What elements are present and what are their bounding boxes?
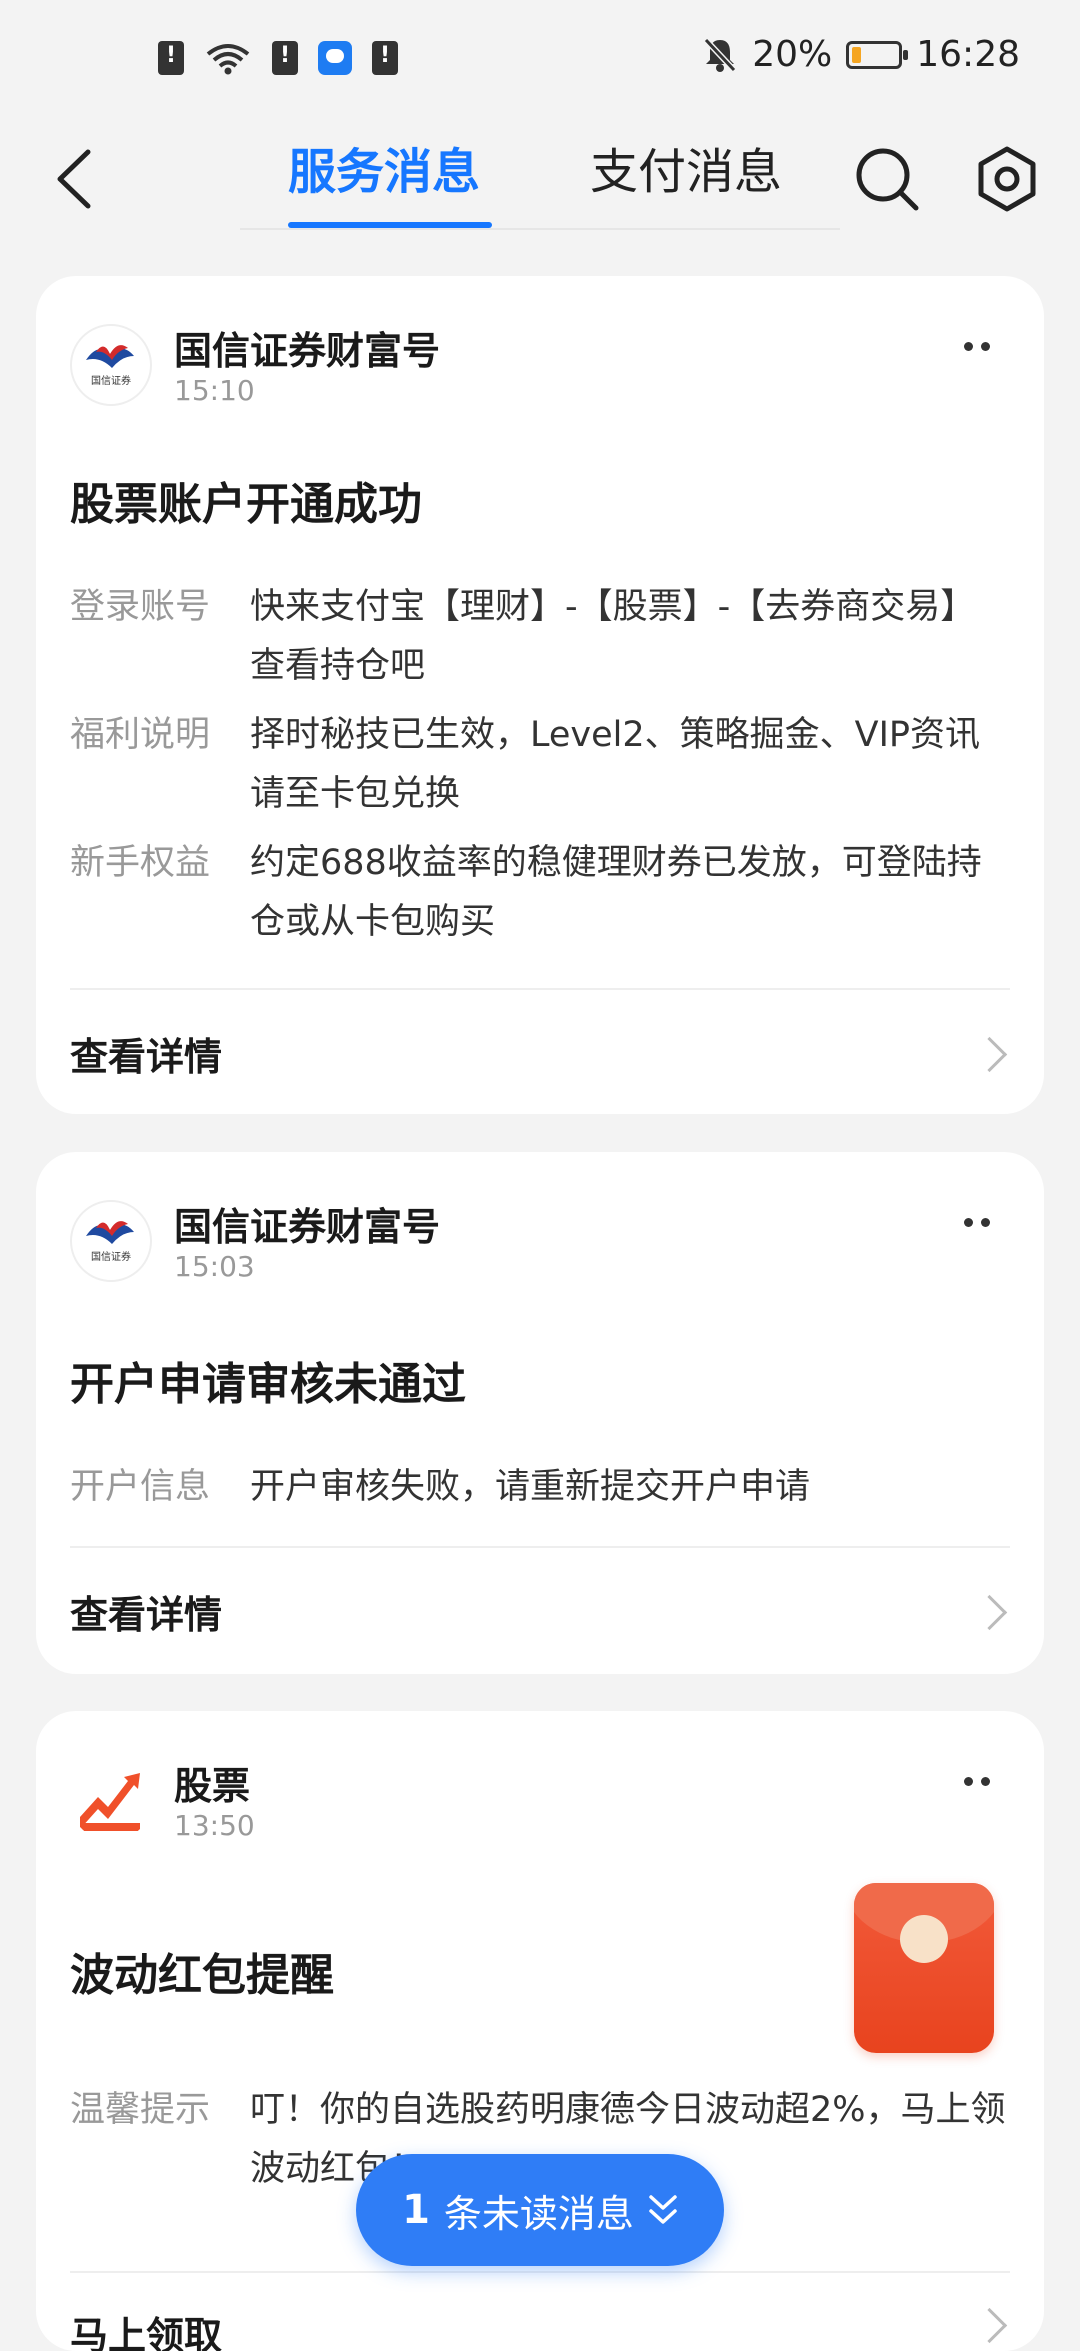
unread-label: 条未读消息 [443,2191,634,2236]
more-options-button[interactable] [964,342,990,351]
claim-now-link[interactable]: 马上领取 [70,2271,222,2351]
chevron-right-icon [971,1594,1008,1631]
more-dot [964,342,973,351]
battery-percent: 20% [752,34,833,75]
info-row: 新手权益 约定688收益率的稳健理财券已发放，可登陆持仓或从卡包购买 [70,834,1010,952]
message-title: 波动红包提醒 [70,1950,334,2001]
more-options-button[interactable] [964,1218,990,1227]
info-value: 择时秘技已生效，Level2、策略掘金、VIP资讯请至卡包兑换 [250,715,981,814]
svg-text:国信证券: 国信证券 [91,1250,131,1263]
app-notification-icon [318,41,352,75]
card-divider [70,988,1010,990]
mute-bell-icon [704,37,737,72]
unread-messages-button[interactable]: 1 条未读消息 [356,2154,724,2266]
sim-alert-icon-2 [372,41,398,75]
status-notifications [158,40,398,76]
message-time: 13:50 [174,1809,255,1842]
more-dot [981,1218,990,1227]
info-value: 开户审核失败，请重新提交开户申请 [250,1467,811,1507]
settings-button[interactable] [972,144,1042,214]
more-dot [981,1777,990,1786]
info-label: 登录账号 [70,587,211,627]
tab-service-messages[interactable]: 服务消息 [288,132,480,202]
view-details-link[interactable]: 查看详情 [70,1584,222,1639]
info-label: 温馨提示 [70,2090,211,2130]
back-arrow-icon [57,149,91,209]
info-row: 开户信息 开户审核失败，请重新提交开户申请 [70,1458,1010,1517]
claim-now-label: 马上领取 [70,2314,223,2351]
message-card[interactable]: 国信证券 国信证券财富号 15:10 股票账户开通成功 登录账号 快来支付宝【理… [36,276,1044,1114]
view-details-link[interactable]: 查看详情 [70,1026,222,1081]
message-title: 开户申请审核未通过 [70,1359,466,1410]
account-avatar: 国信证券 [70,1200,152,1282]
more-options-button[interactable] [964,1777,990,1786]
status-right: 20% 16:28 [702,34,1020,75]
more-dot [964,1777,973,1786]
battery-fill [852,46,862,63]
tab-payment-messages[interactable]: 支付消息 [590,132,782,202]
account-avatar: 国信证券 [70,324,152,406]
double-chevron-down-icon [649,2195,677,2224]
search-icon [856,148,919,211]
search-button[interactable] [852,144,922,214]
info-row: 福利说明 择时秘技已生效，Level2、策略掘金、VIP资讯请至卡包兑换 [70,706,1010,824]
account-avatar [70,1759,152,1841]
message-time: 15:03 [174,1250,255,1283]
unread-count: 1 [402,2187,430,2233]
account-name[interactable]: 国信证券财富号 [174,320,440,375]
sim-alert-icon [272,41,298,75]
message-time: 15:10 [174,374,255,407]
more-dot [964,1218,973,1227]
header: 服务消息 支付消息 [0,120,1080,230]
info-label: 开户信息 [70,1467,211,1507]
back-button[interactable] [48,144,108,214]
svg-text:国信证券: 国信证券 [91,374,131,387]
stock-app-icon [76,1765,146,1835]
message-card[interactable]: 国信证券 国信证券财富号 15:03 开户申请审核未通过 开户信息 开户审核失败… [36,1152,1044,1674]
account-name[interactable]: 股票 [174,1755,250,1810]
info-value: 约定688收益率的稳健理财券已发放，可登陆持仓或从卡包购买 [250,843,982,942]
message-title: 股票账户开通成功 [70,479,422,530]
guosen-logo: 国信证券 [86,345,134,387]
guosen-logo: 国信证券 [86,1221,134,1263]
info-value: 快来支付宝【理财】-【股票】-【去券商交易】查看持仓吧 [250,587,976,686]
status-bar: 20% 16:28 [0,0,1080,120]
tab-bar-divider [240,228,840,230]
chevron-right-icon [971,2307,1008,2344]
info-label: 福利说明 [70,715,211,755]
active-tab-indicator [288,222,492,228]
clock: 16:28 [916,34,1020,75]
more-dot [981,342,990,351]
info-label: 新手权益 [70,843,211,883]
red-packet-icon[interactable] [854,1883,994,2053]
notification-icon [158,41,184,75]
account-name[interactable]: 国信证券财富号 [174,1196,440,1251]
info-row: 登录账号 快来支付宝【理财】-【股票】-【去券商交易】查看持仓吧 [70,578,1010,696]
chevron-right-icon [971,1036,1008,1073]
card-divider [70,1546,1010,1548]
battery-icon [846,40,909,69]
red-packet-seal [900,1915,948,1963]
wifi-icon [204,40,252,76]
gear-icon [978,146,1036,212]
